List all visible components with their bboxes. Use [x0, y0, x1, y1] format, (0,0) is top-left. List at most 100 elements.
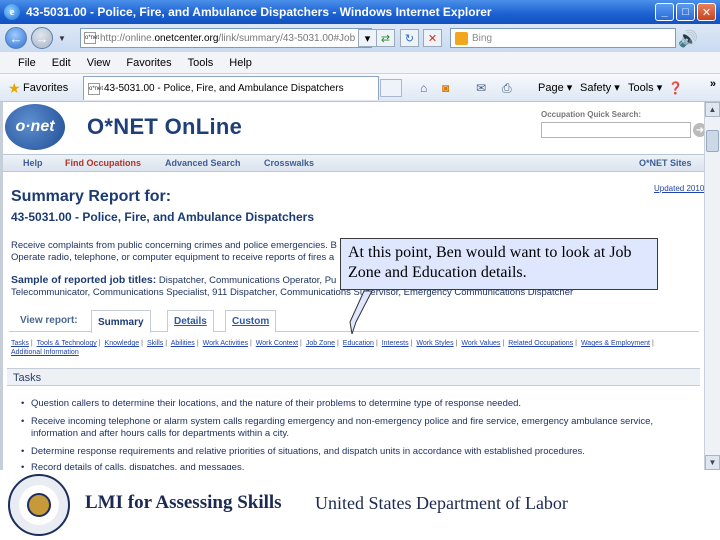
- tools-menu-label: Tools: [628, 82, 654, 94]
- sample-titles-heading: Sample of reported job titles:: [11, 274, 157, 286]
- quick-search-go-icon[interactable]: ➜: [693, 123, 704, 137]
- tab-summary[interactable]: Summary: [91, 310, 151, 333]
- tools-menu-button[interactable]: Tools ▾: [628, 81, 662, 94]
- help-icon[interactable]: ❓: [668, 81, 683, 95]
- url-path: /link/summary/43-5031.00#Job: [218, 32, 356, 44]
- page-menu-label: Page: [538, 82, 564, 94]
- menu-tools[interactable]: Tools: [188, 57, 214, 69]
- favorites-bar: ★ Favorites o*net 43-5031.00 - Police, F…: [0, 74, 720, 102]
- scroll-down-icon[interactable]: ▼: [705, 455, 720, 470]
- onet-site-title[interactable]: O*NET OnLine: [87, 114, 242, 140]
- seal-emblem: [27, 493, 51, 517]
- slide-footer: LMI for Assessing Skills United States D…: [0, 470, 720, 540]
- occupation-title: 43-5031.00 - Police, Fire, and Ambulance…: [11, 210, 315, 224]
- onet-logo[interactable]: o·net: [5, 104, 65, 150]
- report-title: Summary Report for:: [11, 188, 172, 205]
- home-icon[interactable]: ⌂: [420, 81, 427, 95]
- view-report-label: View report:: [20, 315, 78, 326]
- browser-tab[interactable]: o*net 43-5031.00 - Police, Fire, and Amb…: [83, 76, 379, 100]
- section-link-related-occupations[interactable]: Related Occupations: [508, 340, 573, 347]
- address-url[interactable]: http://online.onetcenter.org/link/summar…: [100, 33, 355, 44]
- task-continuation: information and after hours calls for de…: [31, 428, 290, 439]
- tab-title: 43-5031.00 - Police, Fire, and Ambulance…: [104, 83, 344, 94]
- stop-icon[interactable]: ✕: [423, 29, 442, 47]
- maximize-button[interactable]: □: [676, 3, 695, 21]
- section-link-work-styles[interactable]: Work Styles: [416, 340, 453, 347]
- onet-header: o·net O*NET OnLine Occupation Quick Sear…: [3, 102, 704, 154]
- menu-file[interactable]: File: [18, 57, 36, 69]
- site-favicon-icon: o*net: [84, 32, 99, 44]
- tasks-heading: Tasks: [13, 372, 42, 384]
- nav-onet-sites[interactable]: O*NET Sites: [639, 158, 692, 168]
- updated-link[interactable]: Updated 2010: [654, 184, 704, 193]
- menu-edit[interactable]: Edit: [52, 57, 71, 69]
- nav-crosswalks[interactable]: Crosswalks: [264, 158, 314, 168]
- history-dropdown-icon[interactable]: ▼: [58, 34, 66, 43]
- favorites-button[interactable]: Favorites: [23, 82, 68, 94]
- section-link-education[interactable]: Education: [343, 340, 374, 347]
- section-link-work-activities[interactable]: Work Activities: [203, 340, 248, 347]
- address-input[interactable]: o*net http://online.onetcenter.org/link/…: [80, 28, 372, 48]
- tab-custom[interactable]: Custom: [225, 310, 277, 332]
- new-tab-button[interactable]: [380, 79, 402, 97]
- quick-search-label: Occupation Quick Search:: [541, 110, 642, 119]
- section-link-work-context[interactable]: Work Context: [256, 340, 298, 347]
- close-button[interactable]: ✕: [697, 3, 716, 21]
- safety-menu-button[interactable]: Safety ▾: [580, 81, 620, 94]
- vertical-scrollbar[interactable]: ▲ ▼: [704, 102, 720, 470]
- section-link-knowledge[interactable]: Knowledge: [105, 340, 140, 347]
- task-item: Determine response requirements and rela…: [21, 446, 701, 457]
- minimize-button[interactable]: _: [655, 3, 674, 21]
- search-placeholder: Bing: [472, 32, 493, 44]
- url-prefix: http://online.: [100, 32, 155, 44]
- mail-icon[interactable]: ✉: [476, 81, 486, 95]
- favorites-star-icon[interactable]: ★: [8, 80, 21, 97]
- task-item-continued: information and after hours calls for de…: [31, 428, 701, 439]
- feeds-icon[interactable]: ◙: [442, 81, 449, 95]
- refresh-icon[interactable]: ↻: [400, 29, 419, 47]
- command-overflow-button[interactable]: »: [710, 78, 716, 90]
- search-input[interactable]: Bing: [450, 28, 676, 48]
- scroll-thumb[interactable]: [706, 130, 719, 152]
- page-menu-button[interactable]: Page ▾: [538, 81, 572, 94]
- menu-bar: File Edit View Favorites Tools Help: [0, 52, 720, 74]
- menu-help[interactable]: Help: [229, 57, 252, 69]
- safety-menu-label: Safety: [580, 82, 612, 94]
- nav-help[interactable]: Help: [23, 158, 43, 168]
- tab-details[interactable]: Details: [167, 310, 214, 332]
- task-item: Receive incoming telephone or alarm syst…: [21, 416, 701, 427]
- section-link-work-values[interactable]: Work Values: [461, 340, 500, 347]
- tasks-section-header: Tasks: [7, 368, 700, 386]
- footer-title: LMI for Assessing Skills: [85, 492, 282, 513]
- window-controls: _ □ ✕: [655, 3, 716, 21]
- nav-find-occupations[interactable]: Find Occupations: [65, 158, 141, 168]
- menu-favorites[interactable]: Favorites: [126, 57, 171, 69]
- scroll-up-icon[interactable]: ▲: [705, 102, 720, 117]
- print-icon[interactable]: ⎙: [502, 81, 512, 96]
- section-link-tools-technology[interactable]: Tools & Technology: [37, 340, 97, 347]
- task-item: Question callers to determine their loca…: [21, 398, 701, 409]
- sample-titles-label: Sample of reported job titles: Dispatche…: [11, 274, 336, 286]
- section-link-job-zone[interactable]: Job Zone: [306, 340, 335, 347]
- annotation-callout: At this point, Ben would want to look at…: [340, 238, 658, 290]
- section-link-interests[interactable]: Interests: [382, 340, 409, 347]
- quick-search-input[interactable]: [541, 122, 691, 138]
- view-report-tabs: View report: Summary Details Custom: [9, 308, 699, 333]
- speaker-icon[interactable]: 🔊: [678, 29, 698, 49]
- address-dropdown-icon[interactable]: ▾: [358, 29, 377, 47]
- department-of-labor-seal-icon: [8, 474, 70, 536]
- address-toolbar: ← → ▼ o*net http://online.onetcenter.org…: [0, 24, 720, 52]
- tab-favicon-icon: o*net: [88, 82, 103, 95]
- sample-titles-line: Dispatcher, Communications Operator, Pu: [156, 275, 337, 286]
- section-link-abilities[interactable]: Abilities: [171, 340, 195, 347]
- forward-button[interactable]: →: [31, 27, 53, 49]
- menu-view[interactable]: View: [87, 57, 111, 69]
- section-link-skills[interactable]: Skills: [147, 340, 163, 347]
- compatibility-view-icon[interactable]: ⇄: [376, 29, 395, 47]
- nav-advanced-search[interactable]: Advanced Search: [165, 158, 241, 168]
- section-link-additional-information[interactable]: Additional Information: [11, 349, 79, 356]
- back-button[interactable]: ←: [5, 27, 27, 49]
- task-item: Record details of calls, dispatches, and…: [21, 462, 701, 470]
- section-link-tasks[interactable]: Tasks: [11, 340, 29, 347]
- section-link-wages-employment[interactable]: Wages & Employment: [581, 340, 650, 347]
